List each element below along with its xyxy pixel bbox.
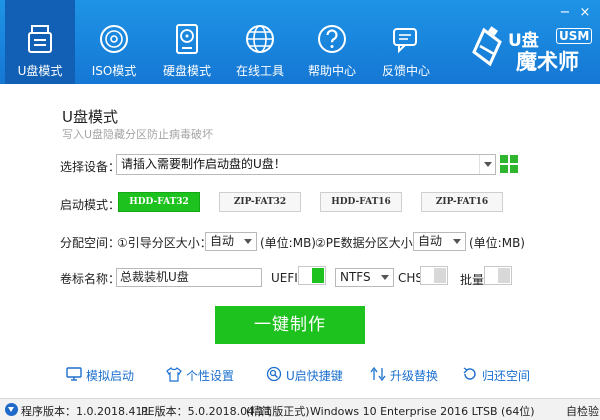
device-label: 选择设备： [60,160,121,174]
boot-mode-hdd-fat16-button[interactable]: HDD-FAT16 [320,192,402,212]
one-click-make-button[interactable]: 一键制作 [215,306,365,344]
link-label: 个性设置 [186,369,235,383]
boot-partition-size-value: 自动 [210,234,235,248]
top-navigation-bar: U盘模式 ISO模式 硬盘模式 在线工具 帮助中心 反馈中心 − × U盘 US… [0,0,600,84]
file-system-value: NTFS [340,270,371,284]
pe-partition-size-value: 自动 [418,234,443,248]
hard-disk-icon [176,24,198,54]
usm-logo: U盘 USM 魔术师 [470,20,600,74]
chs-toggle[interactable] [420,266,448,285]
tab-u-disk-mode[interactable]: U盘模式 [5,0,75,84]
personal-settings-link[interactable]: 个性设置 [166,366,236,384]
restore-space-link[interactable]: 归还空间 [462,366,532,384]
tab-label: ISO模式 [91,64,137,78]
status-menu-icon[interactable] [5,403,18,416]
disc-icon [100,25,128,53]
boot-mode-hdd-fat32-button[interactable]: HDD-FAT32 [118,192,200,212]
usb-drive-icon [28,25,52,53]
toggle-knob [498,268,510,283]
device-select-value: 请插入需要制作启动盘的U盘！ [121,157,286,171]
volume-label: 卷标名称： [60,272,121,286]
os-info: Windows 10 Enterprise 2016 LTSB (64位) [310,405,535,418]
tab-hard-disk-mode[interactable]: 硬盘模式 [152,0,222,84]
batch-toggle[interactable] [484,266,512,285]
file-system-select[interactable]: NTFS [335,268,394,287]
volume-name-input[interactable]: 总裁装机U盘 [116,268,262,287]
link-label: 归还空间 [482,369,531,383]
help-icon [318,25,346,53]
monitor-icon [66,367,82,381]
chevron-down-icon [241,233,256,250]
simulate-boot-link[interactable]: 模拟启动 [66,366,136,384]
link-label: 模拟启动 [86,369,135,383]
boot-partition-label: ①引导分区大小： [117,236,212,250]
tab-label: 硬盘模式 [162,64,211,78]
logo-text-magician: 魔术师 [516,50,579,74]
toggle-knob [434,268,446,283]
boot-mode-zip-fat16-button[interactable]: ZIP-FAT16 [421,192,503,212]
chevron-down-icon [450,233,465,250]
grid-view-icon[interactable] [500,155,518,173]
globe-icon [246,25,274,53]
tab-online-tools[interactable]: 在线工具 [225,0,295,84]
link-label: 升级替换 [390,369,439,383]
pe-partition-label: ②PE数据分区大小： [315,236,425,250]
pe-partition-unit: (单位:MB) [469,236,525,250]
toggle-knob [312,268,324,283]
link-label: U启快捷键 [286,369,343,383]
restore-icon [463,367,476,380]
logo-text-usm: USM [556,28,593,44]
minimize-button[interactable]: − [558,6,572,20]
boot-partition-size-select[interactable]: 自动 [205,232,257,251]
partition-label: 分配空间： [60,236,121,250]
chevron-down-icon [378,269,393,286]
tab-feedback-center[interactable]: 反馈中心 [371,0,441,84]
pe-partition-size-select[interactable]: 自动 [413,232,466,251]
boot-partition-unit: (单位:MB) [260,236,316,250]
boot-mode-zip-fat32-button[interactable]: ZIP-FAT32 [219,192,301,212]
upgrade-icon [370,366,386,382]
close-button[interactable]: × [578,6,592,20]
boot-mode-label: 启动模式： [60,198,121,212]
self-check-link[interactable]: 自检验 [566,403,599,419]
upgrade-replace-link[interactable]: 升级替换 [370,366,440,384]
tab-label: U盘模式 [17,64,63,78]
tab-iso-mode[interactable]: ISO模式 [79,0,149,84]
tab-label: 在线工具 [235,64,284,78]
tab-help-center[interactable]: 帮助中心 [297,0,367,84]
section-subtitle: 写入U盘隐藏分区防止病毒破坏 [62,128,214,141]
tab-label: 帮助中心 [307,64,356,78]
device-select[interactable]: 请插入需要制作启动盘的U盘！ [116,154,496,175]
chevron-down-icon [479,155,495,174]
program-version: 程序版本：1.0.2018.411 [21,405,150,418]
feedback-icon [393,28,417,54]
usb-logo-icon [472,26,502,67]
section-title: U盘模式 [62,108,118,126]
boot-hotkey-link[interactable]: U启快捷键 [266,366,346,384]
shirt-icon [166,367,182,382]
status-bar: 程序版本：1.0.2018.411 PE版本：5.0.2018.04.11 (精… [0,398,600,420]
tab-label: 反馈中心 [381,64,430,78]
edition-label: (精简版正式) [246,405,310,418]
uefi-toggle[interactable] [298,266,326,285]
key-search-icon [266,366,282,382]
